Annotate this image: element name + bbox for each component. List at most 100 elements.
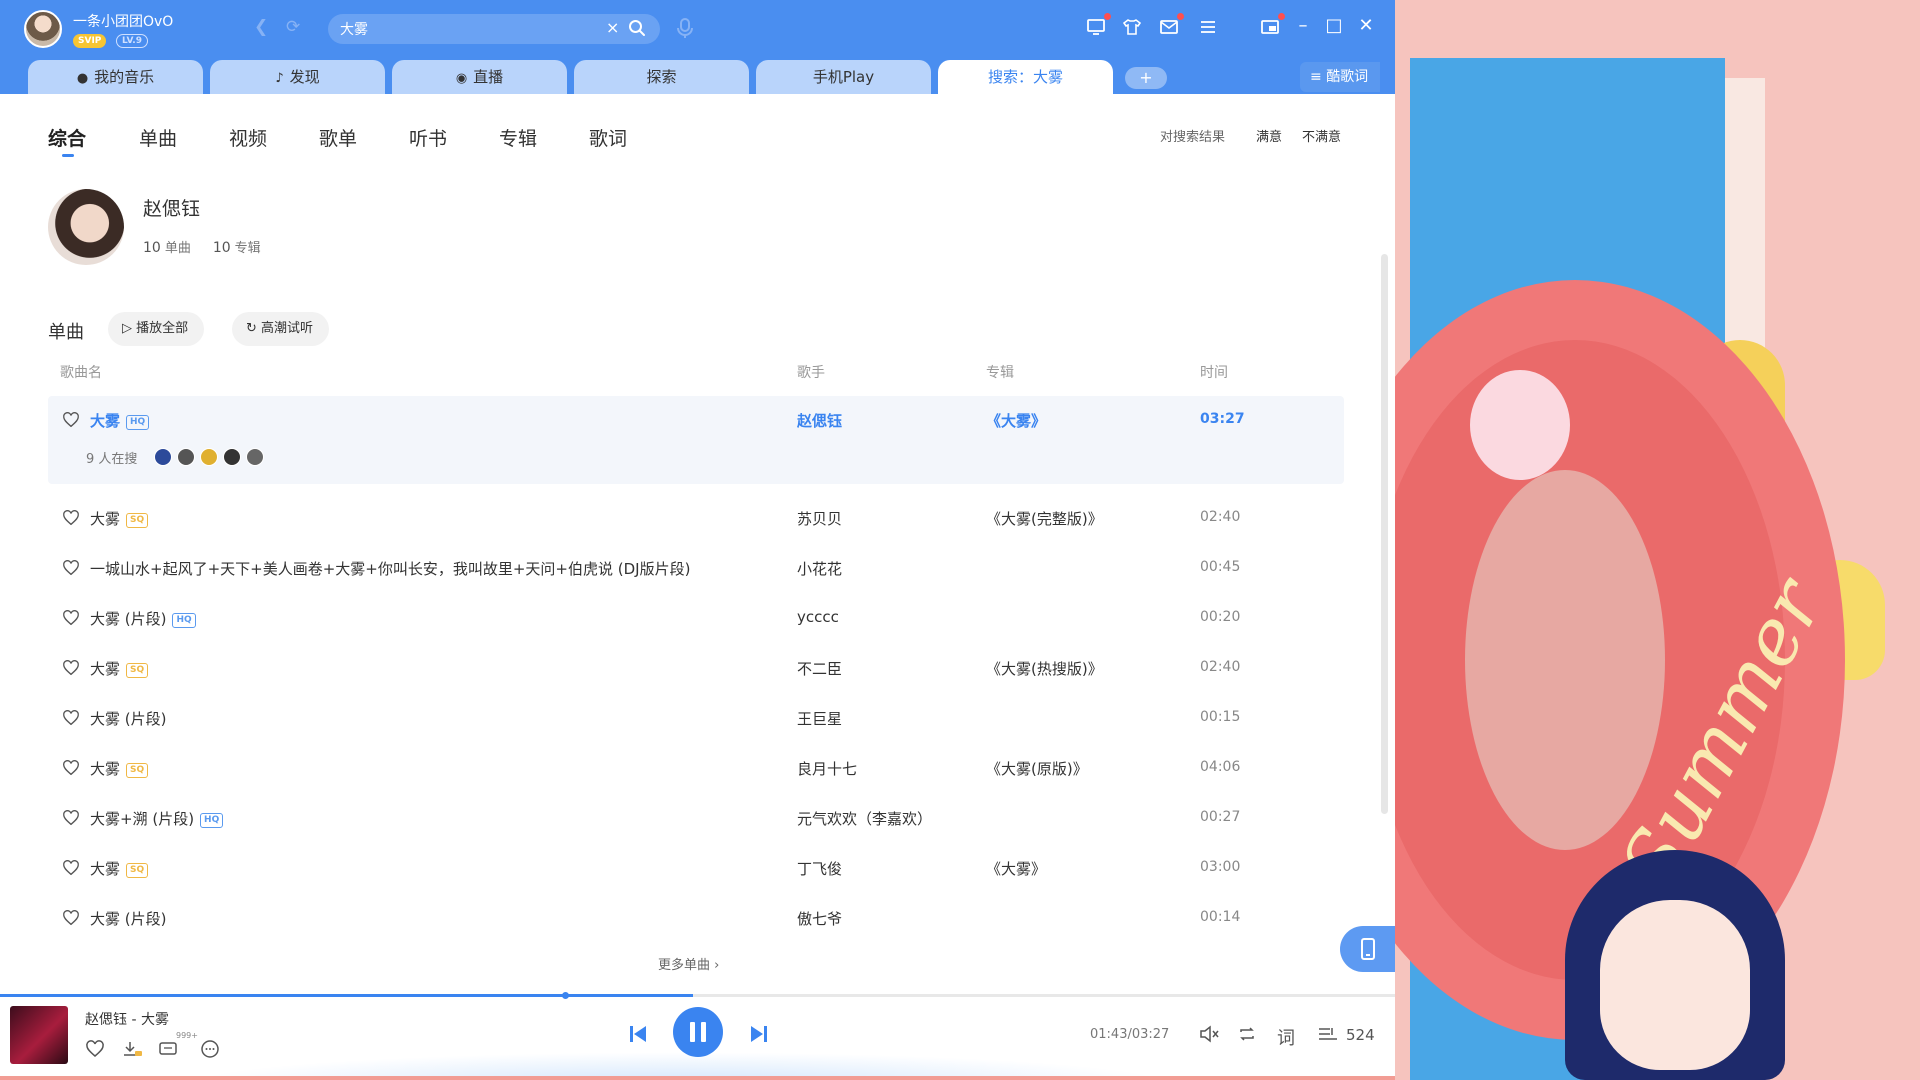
song-row[interactable]: 大雾 SQ 苏贝贝 《大雾(完整版)》 02:40 [48,494,1344,544]
song-artist[interactable]: 傲七爷 [797,908,842,929]
pause-button[interactable] [673,1007,723,1057]
mini-mode-icon[interactable] [1260,13,1285,39]
heart-icon[interactable] [62,859,80,877]
song-row[interactable]: 大雾 (片段) 傲七爷 00:14 [48,894,1344,944]
feedback-unsatisfied-button[interactable]: 不满意 [1302,126,1341,145]
song-artist[interactable]: 小花花 [797,558,842,579]
category-tab-all[interactable]: 综合 [48,124,86,151]
song-title[interactable]: 大雾 SQ [90,658,149,679]
category-tab-videos[interactable]: 视频 [229,124,267,151]
user-avatar[interactable] [24,10,62,48]
song-artist[interactable]: 元气欢欢（李嘉欢） [797,808,932,829]
song-row[interactable]: 大雾 (片段) 王巨星 00:15 [48,694,1344,744]
voice-search-icon[interactable] [675,17,695,43]
search-box[interactable]: × [328,14,660,44]
heart-icon[interactable] [62,759,80,777]
song-row[interactable]: 一城山水+起风了+天下+美人画卷+大雾+你叫长安，我叫故里+天问+伯虎说 (DJ… [48,544,1344,594]
song-title[interactable]: 大雾 HQ [90,410,150,431]
refresh-icon[interactable]: ⟳ [286,17,300,37]
like-icon[interactable] [85,1039,105,1059]
song-row[interactable]: 大雾+溯 (片段) HQ 元气欢欢（李嘉欢） 00:27 [48,794,1344,844]
category-tab-lyrics[interactable]: 歌词 [589,124,627,151]
heart-icon[interactable] [62,809,80,827]
mail-icon[interactable] [1159,13,1184,39]
comment-icon[interactable] [158,1039,178,1059]
more-options-icon[interactable] [200,1039,220,1059]
scrollbar[interactable] [1381,254,1388,814]
heart-icon[interactable] [62,559,80,577]
album-cover[interactable] [10,1006,68,1064]
svip-badge[interactable]: SVIP [73,34,107,48]
song-artist[interactable]: ycccc [797,608,839,626]
category-tab-playlists[interactable]: 歌单 [319,124,357,151]
skin-icon[interactable] [1122,17,1144,39]
artist-name[interactable]: 赵偲钰 [143,194,200,221]
now-playing-title[interactable]: 赵偲钰 - 大雾 [85,1009,169,1029]
song-artist[interactable]: 王巨星 [797,708,842,729]
song-artist[interactable]: 不二臣 [797,658,842,679]
lyrics-button[interactable]: ≡ 酷歌词 [1300,62,1381,92]
screen-icon[interactable] [1086,13,1111,39]
song-row[interactable]: 大雾 (片段) HQ ycccc 00:20 [48,594,1344,644]
song-title[interactable]: 大雾 SQ [90,758,149,779]
artist-avatar[interactable] [48,189,124,265]
song-artist[interactable]: 良月十七 [797,758,857,779]
search-input[interactable] [340,19,590,39]
song-artist[interactable]: 丁飞俊 [797,858,842,879]
song-row[interactable]: 大雾 HQ 赵偲钰 《大雾》 03:27 9 人在搜 [48,396,1344,484]
category-tab-albums[interactable]: 专辑 [499,124,537,151]
song-album[interactable]: 《大雾(原版)》 [986,758,1088,779]
level-badge[interactable]: LV.9 [116,34,148,48]
heart-icon[interactable] [62,909,80,927]
tab-live[interactable]: ◉ 直播 [392,60,567,94]
feedback-satisfied-button[interactable]: 满意 [1256,126,1282,145]
song-title[interactable]: 大雾 (片段) [90,908,166,929]
progress-knob[interactable] [561,992,569,999]
back-arrow-icon[interactable]: ❮ [254,17,268,37]
lyrics-toggle-icon[interactable]: 词 [1277,1024,1297,1049]
maximize-icon[interactable]: □ [1322,15,1346,36]
song-title[interactable]: 大雾 (片段) HQ [90,608,196,629]
song-album[interactable]: 《大雾》 [986,410,1046,431]
song-row[interactable]: 大雾 SQ 丁飞俊 《大雾》 03:00 [48,844,1344,894]
phone-connect-button[interactable] [1340,926,1395,972]
song-row[interactable]: 大雾 SQ 良月十七 《大雾(原版)》 04:06 [48,744,1344,794]
heart-icon[interactable] [62,709,80,727]
climax-preview-button[interactable]: ↻ 高潮试听 [232,312,330,346]
repeat-icon[interactable] [1237,1024,1257,1044]
previous-track-button[interactable] [627,1023,649,1049]
tab-phone-play[interactable]: 手机Play [756,60,931,94]
playlist-icon[interactable] [1317,1024,1337,1044]
heart-icon[interactable] [62,411,80,429]
username[interactable]: 一条小团团OvO [73,11,173,31]
song-title[interactable]: 大雾 SQ [90,858,149,879]
song-artist[interactable]: 赵偲钰 [797,410,842,431]
category-tab-audiobooks[interactable]: 听书 [409,124,447,151]
song-title[interactable]: 大雾+溯 (片段) HQ [90,808,224,829]
play-all-button[interactable]: ▷ 播放全部 [108,312,205,346]
minimize-icon[interactable]: – [1291,15,1315,36]
next-track-button[interactable] [748,1023,770,1049]
song-album[interactable]: 《大雾》 [986,858,1046,879]
menu-icon[interactable] [1198,17,1220,39]
heart-icon[interactable] [62,509,80,527]
tab-explore[interactable]: 探索 [574,60,749,94]
heart-icon[interactable] [62,659,80,677]
heart-icon[interactable] [62,609,80,627]
close-icon[interactable]: ✕ [1354,15,1378,36]
search-icon[interactable] [628,19,646,41]
tab-discover[interactable]: ♪ 发现 [210,60,385,94]
song-row[interactable]: 大雾 SQ 不二臣 《大雾(热搜版)》 02:40 [48,644,1344,694]
clear-search-icon[interactable]: × [606,18,619,37]
song-artist[interactable]: 苏贝贝 [797,508,842,529]
tab-search-result[interactable]: 搜索：大雾 [938,60,1113,94]
download-icon[interactable] [121,1039,142,1059]
song-title[interactable]: 大雾 SQ [90,508,149,529]
category-tab-singles[interactable]: 单曲 [139,124,177,151]
song-title[interactable]: 大雾 (片段) [90,708,166,729]
add-tab-button[interactable]: + [1125,67,1167,89]
progress-bar[interactable] [0,992,1395,999]
tab-my-music[interactable]: ● 我的音乐 [28,60,203,94]
song-album[interactable]: 《大雾(热搜版)》 [986,658,1103,679]
song-album[interactable]: 《大雾(完整版)》 [986,508,1103,529]
